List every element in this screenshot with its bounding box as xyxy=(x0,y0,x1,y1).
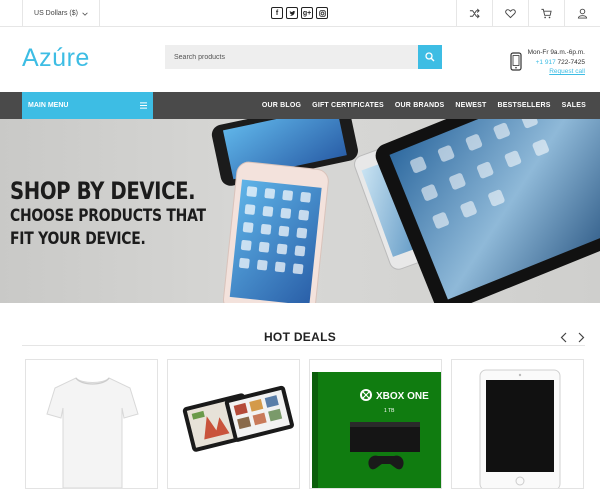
white-ipad-image xyxy=(479,369,561,488)
compare-button[interactable] xyxy=(456,0,492,27)
chevron-down-icon xyxy=(82,12,88,16)
carousel-prev-button[interactable] xyxy=(558,331,568,343)
main-navigation: MAIN MENU OUR BLOG GIFT CERTIFICATES OUR… xyxy=(0,92,600,119)
nav-link-sales[interactable]: SALES xyxy=(562,102,586,109)
currency-selector[interactable]: US Dollars ($) xyxy=(22,0,100,27)
cart-icon xyxy=(541,8,552,19)
wishlist-button[interactable] xyxy=(492,0,528,27)
main-menu-label: MAIN MENU xyxy=(28,102,69,109)
twitter-icon[interactable] xyxy=(286,7,298,19)
banner-line-1: SHOP BY DEVICE. xyxy=(10,177,196,205)
business-hours: Mon-Fr 9a.m.-6p.m. xyxy=(527,49,585,56)
hamburger-icon xyxy=(140,102,147,109)
hot-deals-heading: HOT DEALS xyxy=(263,330,337,344)
search-icon xyxy=(425,52,435,62)
carousel-next-button[interactable] xyxy=(576,331,586,343)
xbox-box-label: XBOX ONE xyxy=(376,391,429,402)
product-carousel: XBOX ONE 1 TB xyxy=(25,359,584,489)
chevron-left-icon xyxy=(560,332,566,342)
chevron-right-icon xyxy=(578,332,584,342)
nav-link-our-blog[interactable]: OUR BLOG xyxy=(262,102,301,109)
search-input[interactable] xyxy=(165,45,418,69)
cart-button[interactable] xyxy=(528,0,564,27)
request-call-link[interactable]: Request call xyxy=(528,67,585,77)
product-card[interactable] xyxy=(451,359,584,489)
currency-label: US Dollars ($) xyxy=(34,10,78,17)
nav-link-newest[interactable]: NEWEST xyxy=(455,102,486,109)
mobile-phone-icon xyxy=(510,52,522,71)
search-bar xyxy=(165,45,442,69)
shuffle-icon xyxy=(469,8,480,19)
banner-line-2: CHOOSE PRODUCTS THAT xyxy=(10,206,206,226)
phone-number: +1 917 722-7425 xyxy=(535,58,585,66)
section-divider xyxy=(22,345,585,346)
nav-link-bestsellers[interactable]: BESTSELLERS xyxy=(498,102,551,109)
banner-line-3: FIT YOUR DEVICE. xyxy=(10,229,146,249)
user-icon xyxy=(577,8,588,19)
hero-banner[interactable]: SHOP BY DEVICE. CHOOSE PRODUCTS THAT FIT… xyxy=(0,119,600,303)
tablets-image xyxy=(182,385,294,452)
site-logo[interactable]: Azúre xyxy=(22,44,90,73)
top-bar: US Dollars ($) f g+ xyxy=(0,0,600,27)
contact-info: Mon-Fr 9a.m.-6p.m. +1 917 722-7425 Reque… xyxy=(528,48,585,77)
product-card[interactable]: XBOX ONE 1 TB xyxy=(309,359,442,489)
nav-links: OUR BLOG GIFT CERTIFICATES OUR BRANDS NE… xyxy=(262,92,586,119)
product-card[interactable] xyxy=(167,359,300,489)
banner-headline: SHOP BY DEVICE. CHOOSE PRODUCTS THAT FIT… xyxy=(10,177,206,251)
instagram-icon[interactable] xyxy=(316,7,328,19)
top-actions xyxy=(456,0,600,27)
xbox-one-image: XBOX ONE 1 TB xyxy=(312,372,441,488)
account-button[interactable] xyxy=(564,0,600,27)
social-links: f g+ xyxy=(271,7,328,19)
heart-icon xyxy=(505,9,516,19)
search-button[interactable] xyxy=(418,45,442,69)
product-card[interactable] xyxy=(25,359,158,489)
xbox-box-sublabel: 1 TB xyxy=(384,408,395,414)
facebook-icon[interactable]: f xyxy=(271,7,283,19)
main-menu-toggle[interactable]: MAIN MENU xyxy=(22,92,153,119)
google-plus-icon[interactable]: g+ xyxy=(301,7,313,19)
nav-link-gift-certificates[interactable]: GIFT CERTIFICATES xyxy=(312,102,384,109)
tshirt-image xyxy=(46,377,139,488)
nav-link-our-brands[interactable]: OUR BRANDS xyxy=(395,102,444,109)
carousel-arrows xyxy=(558,331,586,343)
